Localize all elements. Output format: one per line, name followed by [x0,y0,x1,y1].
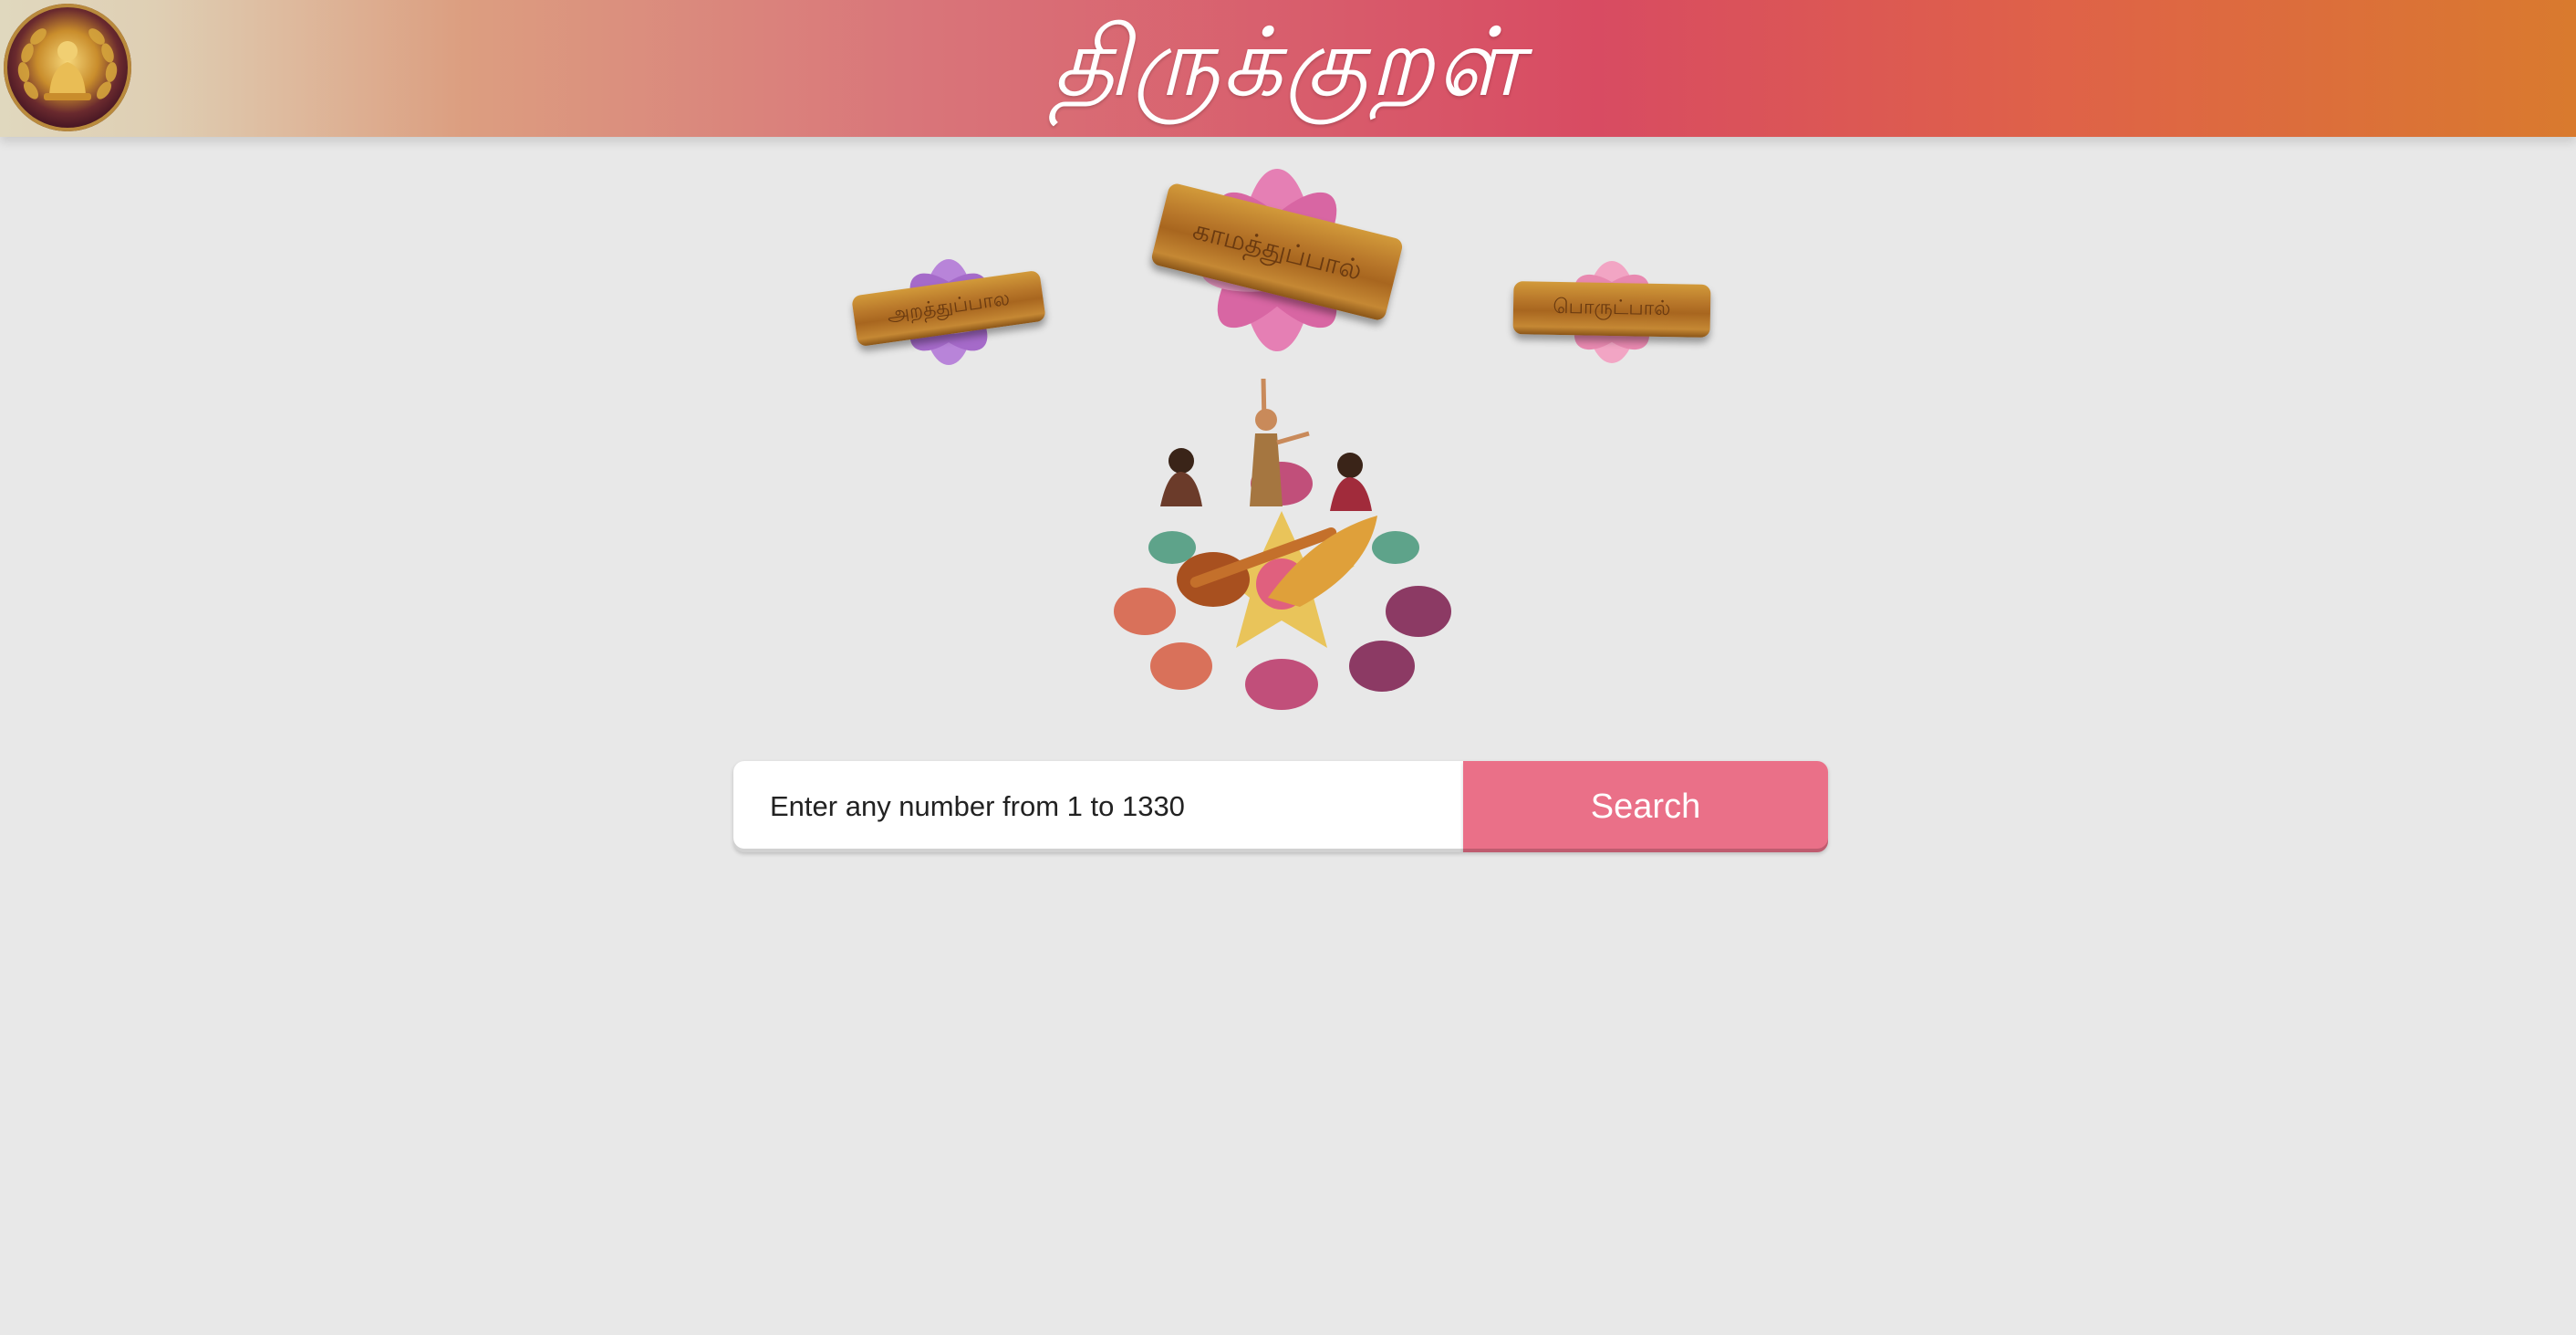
section-kamam[interactable]: காமத்துப்பால் [1149,155,1405,365]
header-bar: திருக்குறள் [0,0,2576,137]
dancer-musicians-rangoli-icon [1104,370,1459,716]
section-porul[interactable]: பொருட்பால் [1510,248,1715,376]
search-button[interactable]: Search [1463,761,1828,852]
section-aram[interactable]: அறத்துப்பால [848,246,1049,374]
page-title: திருக்குறள் [1052,6,1524,118]
search-bar: Search [733,761,1828,852]
search-input[interactable] [733,761,1463,852]
section-porul-label: பொருட்பால் [1512,281,1711,338]
